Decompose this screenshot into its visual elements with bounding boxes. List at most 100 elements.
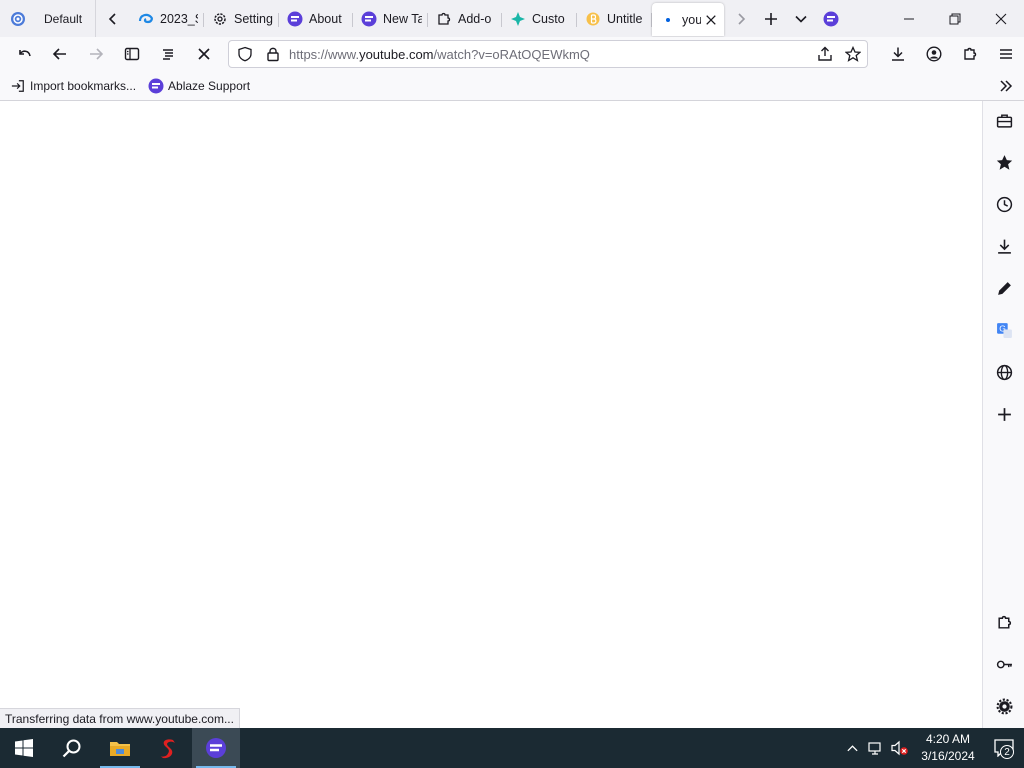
minimize-button[interactable] — [886, 0, 932, 37]
stop-loading-button[interactable] — [186, 37, 222, 71]
sidebar-toolbox-button[interactable] — [983, 102, 1024, 138]
app-red-s-button[interactable] — [144, 728, 192, 768]
close-icon — [198, 48, 210, 60]
double-chevron-right-icon[interactable] — [998, 78, 1014, 94]
url-text[interactable]: https://www.youtube.com/watch?v=oRAtOQEW… — [289, 47, 811, 62]
arrow-right-icon — [90, 48, 104, 60]
puzzle-icon — [964, 47, 977, 60]
ablaze-logo-icon — [148, 78, 164, 94]
tab-2023[interactable]: 2023_S — [130, 4, 204, 34]
sidebar-settings-button[interactable] — [983, 688, 1024, 724]
tab-new-tab[interactable]: New Ta — [353, 4, 428, 34]
restore-icon — [949, 13, 961, 24]
tab-label: Untitle — [607, 11, 643, 26]
list-all-tabs-button[interactable] — [786, 0, 816, 37]
clock-date: 3/16/2024 — [921, 749, 975, 763]
tracking-protection-icon[interactable] — [231, 41, 259, 67]
bookmark-star-icon[interactable] — [839, 41, 867, 67]
account-button[interactable] — [916, 37, 952, 71]
undo-icon — [19, 50, 31, 57]
share-icon[interactable] — [811, 41, 839, 67]
downloads-button[interactable] — [880, 37, 916, 71]
url-path: /watch?v=oRAtOQEWkmQ — [433, 46, 590, 62]
tab-add-ons[interactable]: Add-o — [428, 4, 502, 34]
lock-icon[interactable] — [259, 41, 287, 67]
star-icon — [996, 154, 1012, 170]
import-icon — [10, 78, 26, 94]
tab-settings[interactable]: Setting — [204, 4, 279, 34]
account-icon — [926, 46, 942, 62]
tab-youtube-active[interactable]: you — [652, 3, 724, 36]
windows-logo-icon — [15, 739, 33, 757]
sidebar-bookmarks-button[interactable] — [983, 144, 1024, 180]
workspace-button[interactable]: Default — [0, 0, 96, 37]
action-center-button[interactable]: 2 — [984, 728, 1024, 768]
new-tab-button[interactable] — [756, 0, 786, 37]
sidebar-history-button[interactable] — [983, 186, 1024, 222]
sidebar-toggle-button[interactable] — [114, 37, 150, 71]
ablaze-logo-icon — [823, 11, 839, 26]
search-button[interactable] — [48, 728, 96, 768]
tab-label: Setting — [234, 11, 273, 26]
sidebar-extensions-button[interactable] — [983, 604, 1024, 640]
sidebar-translate-button[interactable]: G — [983, 312, 1024, 348]
tree-tabs-button[interactable] — [150, 37, 186, 71]
network-tray-button[interactable] — [864, 728, 888, 768]
red-s-app-icon — [160, 739, 175, 759]
history-icon — [996, 196, 1012, 212]
list-icon — [163, 49, 173, 60]
chevron-right-icon — [738, 12, 746, 25]
url-bar[interactable]: https://www.youtube.com/watch?v=oRAtOQEW… — [228, 40, 868, 68]
taskbar-clock[interactable]: 4:20 AM 3/16/2024 — [912, 731, 984, 765]
edge-browser-icon — [138, 11, 154, 27]
sidebar-downloads-button[interactable] — [983, 228, 1024, 264]
bookmark-label: Import bookmarks... — [30, 78, 137, 93]
volume-tray-button[interactable] — [888, 728, 912, 768]
page-content[interactable] — [0, 101, 982, 728]
extension-icon — [997, 615, 1011, 629]
tab-scroll-left-button[interactable] — [96, 0, 130, 37]
restore-button[interactable] — [932, 0, 978, 37]
forward-button[interactable] — [78, 37, 114, 71]
sidebar-web-panel-button[interactable] — [983, 354, 1024, 390]
volume-muted-icon — [891, 740, 908, 756]
loading-dot-icon — [660, 12, 676, 28]
extensions-button[interactable] — [952, 37, 988, 71]
chevron-down-icon — [795, 15, 807, 23]
tab-untitled[interactable]: Untitle — [577, 4, 652, 34]
download-icon — [997, 239, 1011, 254]
bookmark-label: Ablaze Support — [168, 78, 251, 93]
undo-close-tab-button[interactable] — [6, 37, 42, 71]
sidebar-passwords-button[interactable] — [983, 646, 1024, 682]
gear-icon — [212, 11, 228, 27]
close-icon — [995, 13, 1007, 24]
ablaze-logo-icon — [206, 738, 226, 758]
network-icon — [868, 742, 881, 755]
pen-icon — [997, 281, 1011, 295]
tab-about[interactable]: About — [279, 4, 353, 34]
back-button[interactable] — [42, 37, 78, 71]
bookmark-import[interactable]: Import bookmarks... — [10, 78, 136, 94]
file-explorer-button[interactable] — [96, 728, 144, 768]
workspace-label: Default — [44, 11, 83, 26]
tab-label: you — [682, 12, 701, 27]
start-button[interactable] — [0, 728, 48, 768]
windows-taskbar: 4:20 AM 3/16/2024 2 — [0, 728, 1024, 768]
bookmarks-toolbar: Import bookmarks... Ablaze Support — [0, 71, 1024, 101]
ablaze-browser-taskbar-button[interactable] — [192, 728, 240, 768]
show-hidden-icons-button[interactable] — [840, 728, 864, 768]
sidebar-add-panel-button[interactable] — [983, 396, 1024, 432]
hamburger-menu-icon — [1000, 49, 1012, 59]
app-menu-button[interactable] — [988, 37, 1024, 71]
notification-count-badge: 2 — [1000, 745, 1014, 759]
tab-scroll-right-button[interactable] — [726, 0, 756, 37]
close-tab-icon[interactable] — [705, 13, 718, 27]
key-icon — [996, 660, 1012, 668]
status-bar: Transferring data from www.youtube.com..… — [0, 708, 240, 728]
ablaze-menu-button[interactable] — [816, 0, 846, 37]
sidebar-notes-button[interactable] — [983, 270, 1024, 306]
close-window-button[interactable] — [978, 0, 1024, 37]
tab-strip: Default 2023_S Setting About New Ta Add-… — [0, 0, 1024, 37]
tab-customize[interactable]: Custo — [502, 4, 577, 34]
bookmark-ablaze-support[interactable]: Ablaze Support — [148, 78, 250, 94]
